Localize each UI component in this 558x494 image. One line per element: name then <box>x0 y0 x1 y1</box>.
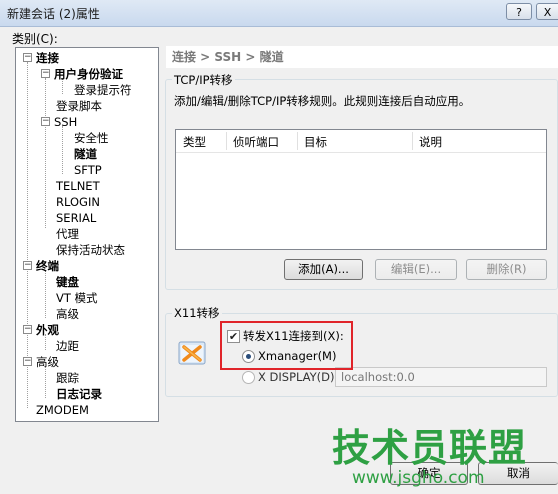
tree-item-margins[interactable]: 边距 <box>56 338 79 354</box>
collapse-icon[interactable]: − <box>23 325 32 334</box>
tree-item-security[interactable]: 安全性 <box>74 130 109 146</box>
collapse-icon[interactable]: − <box>23 357 32 366</box>
tree-item-keep-alive[interactable]: 保持活动状态 <box>56 242 125 258</box>
tcpip-group-title: TCP/IP转移 <box>172 72 235 88</box>
xmanager-icon <box>178 341 206 365</box>
collapse-icon[interactable]: − <box>23 261 32 270</box>
column-divider[interactable] <box>226 132 227 150</box>
tree-item-ssh[interactable]: SSH <box>54 114 77 130</box>
xdisplay-radio[interactable] <box>242 371 255 384</box>
tree-line <box>62 126 63 174</box>
watermark-url: www.jsgho.com <box>352 468 485 488</box>
x11-group-title: X11转移 <box>172 305 222 321</box>
tree-item-terminal-advanced[interactable]: 高级 <box>56 306 79 322</box>
tree-item-terminal[interactable]: 终端 <box>36 258 59 274</box>
tree-item-keyboard[interactable]: 键盘 <box>56 274 79 290</box>
column-divider[interactable] <box>412 132 413 150</box>
watermark-logo: 技术员联盟 <box>332 426 528 470</box>
tree-line <box>45 270 46 318</box>
highlight-box <box>220 321 353 370</box>
column-divider[interactable] <box>297 132 298 150</box>
tree-item-serial[interactable]: SERIAL <box>56 210 96 226</box>
tree-item-advanced[interactable]: 高级 <box>36 354 59 370</box>
tree-item-appearance[interactable]: 外观 <box>36 322 59 338</box>
tree-item-sftp[interactable]: SFTP <box>74 162 102 178</box>
tcpip-description: 添加/编辑/删除TCP/IP转移规则。此规则连接后自动应用。 <box>174 94 471 108</box>
xdisplay-label: X DISPLAY(D): <box>258 370 339 384</box>
tree-item-proxy[interactable]: 代理 <box>56 226 79 242</box>
column-destination[interactable]: 目标 <box>304 134 327 150</box>
tree-item-login-prompts[interactable]: 登录提示符 <box>74 82 132 98</box>
tree-item-tunneling[interactable]: 隧道 <box>74 146 97 162</box>
column-description[interactable]: 说明 <box>419 134 442 150</box>
category-tree[interactable]: − − − − − − 连接 用户身份验证 登录提示符 登录脚本 SSH 安全性… <box>15 47 159 422</box>
tree-item-logging[interactable]: 日志记录 <box>56 386 102 402</box>
tree-line <box>45 366 46 398</box>
column-listen-port[interactable]: 侦听端口 <box>233 134 279 150</box>
tree-item-connection[interactable]: 连接 <box>36 50 59 66</box>
tree-item-zmodem[interactable]: ZMODEM <box>36 402 89 418</box>
category-label: 类别(C): <box>12 32 58 46</box>
xdisplay-input[interactable]: localhost:0.0 <box>335 367 547 387</box>
column-type[interactable]: 类型 <box>183 134 206 150</box>
tree-item-vt-modes[interactable]: VT 模式 <box>56 290 98 306</box>
tree-item-authentication[interactable]: 用户身份验证 <box>54 66 123 82</box>
tree-line <box>45 78 46 228</box>
delete-rule-button[interactable]: 删除(R) <box>466 259 547 280</box>
tree-item-telnet[interactable]: TELNET <box>56 178 100 194</box>
help-button[interactable]: ? <box>506 3 532 20</box>
page-breadcrumb: 连接 > SSH > 隧道 <box>166 46 558 68</box>
tree-item-rlogin[interactable]: RLOGIN <box>56 194 100 210</box>
forwarding-rules-table[interactable]: 类型 侦听端口 目标 说明 <box>175 129 547 250</box>
title-bar: 新建会话 (2)属性 ? X <box>0 0 558 27</box>
add-rule-button[interactable]: 添加(A)... <box>284 259 363 280</box>
collapse-icon[interactable]: − <box>41 69 50 78</box>
tree-item-login-script[interactable]: 登录脚本 <box>56 98 102 114</box>
tree-item-trace[interactable]: 跟踪 <box>56 370 79 386</box>
table-header: 类型 侦听端口 目标 说明 <box>176 130 546 153</box>
collapse-icon[interactable]: − <box>23 53 32 62</box>
edit-rule-button[interactable]: 编辑(E)... <box>375 259 457 280</box>
collapse-icon[interactable]: − <box>41 117 50 126</box>
close-button[interactable]: X <box>536 3 558 20</box>
window-title: 新建会话 (2)属性 <box>7 7 100 21</box>
